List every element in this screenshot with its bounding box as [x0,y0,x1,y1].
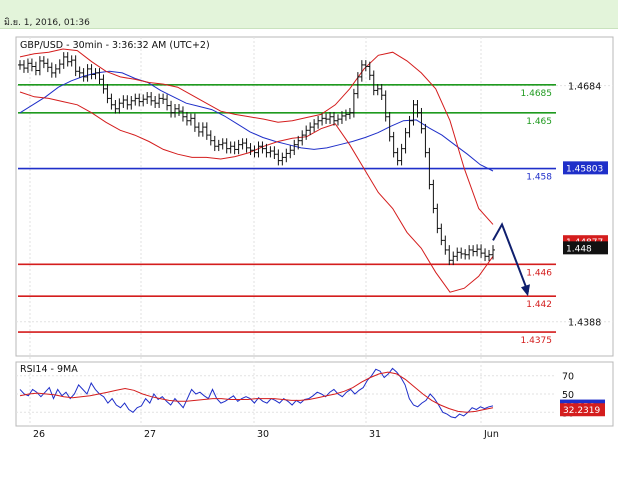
y-tick-label: 1.4684 [568,82,601,93]
level-label: 1.4685 [521,89,553,99]
level-label: 1.458 [526,173,552,183]
rsi-badge-label: 32.2319 [563,406,600,416]
chart-title: GBP/USD - 30min - 3:36:32 AM (UTC+2) [20,40,210,51]
price-badge-label: 1.448 [566,244,592,254]
level-label: 1.4375 [521,336,553,346]
chart-canvas: 26273031Jun1.46841.43887050301.46851.465… [15,36,614,440]
x-tick-label: Jun [483,429,499,440]
rsi-tick-label: 70 [562,372,574,383]
rsi-title: RSI14 - 9MA [20,364,78,375]
price-badge-label: 1.45803 [566,164,603,174]
level-label: 1.446 [526,268,552,278]
level-label: 1.442 [526,300,552,310]
rsi-tick-label: 50 [562,390,574,401]
level-label: 1.465 [526,117,552,127]
x-tick-label: 26 [33,429,45,440]
x-tick-label: 27 [144,429,156,440]
x-tick-label: 30 [257,429,269,440]
x-tick-label: 31 [369,429,381,440]
y-tick-label: 1.4388 [568,318,601,329]
